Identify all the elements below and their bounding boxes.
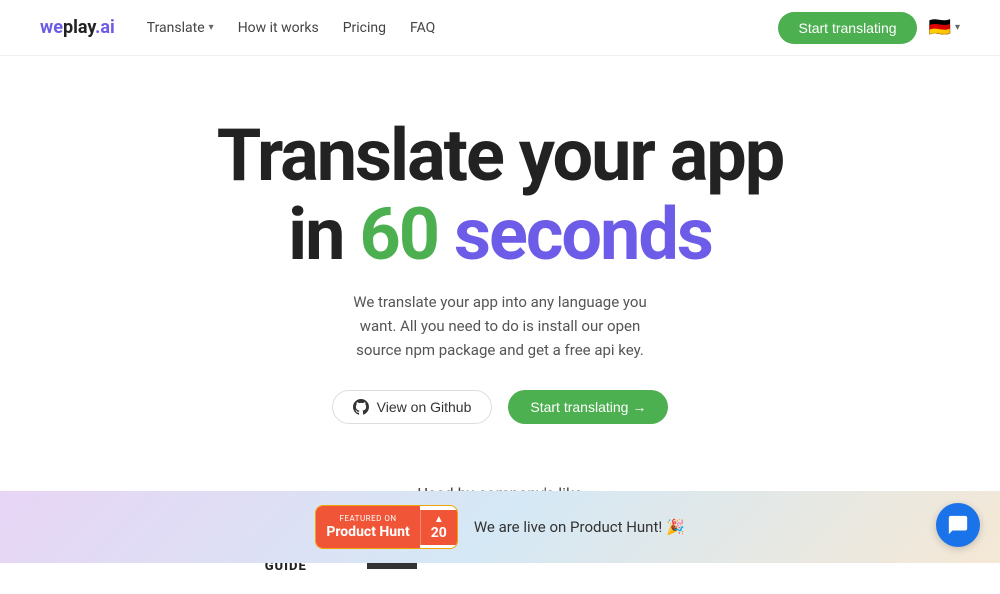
hero-title-line1: Translate your app	[217, 113, 784, 198]
hero-title-seconds: seconds	[454, 192, 712, 277]
hero-title-line2: in 60 seconds	[217, 195, 784, 274]
navbar-left: weplay.ai Translate ▾ How it works Prici…	[40, 17, 435, 38]
navbar-right: Start translating 🇩🇪 ▾	[778, 12, 960, 44]
ph-badge-left: FEATURED ON Product Hunt	[316, 506, 419, 548]
start-translating-hero-button[interactable]: Start translating →	[508, 390, 668, 424]
nav-how-it-works[interactable]: How it works	[238, 20, 319, 36]
github-button-label: View on Github	[377, 399, 472, 415]
chat-icon	[947, 514, 969, 536]
ph-badge-right: ▲ 20	[420, 510, 457, 545]
language-selector[interactable]: 🇩🇪 ▾	[929, 17, 960, 38]
logo-we: we	[40, 17, 63, 38]
logo-play: play	[63, 17, 95, 38]
nav-translate[interactable]: Translate ▾	[147, 20, 214, 36]
chevron-down-icon: ▾	[209, 22, 214, 33]
ph-product-hunt-name: Product Hunt	[326, 524, 409, 540]
ph-count: 20	[431, 525, 447, 541]
ph-arrow-icon: ▲	[434, 514, 444, 525]
github-icon	[353, 399, 369, 415]
bottom-banner: FEATURED ON Product Hunt ▲ 20 We are liv…	[0, 491, 1000, 563]
nav-pricing[interactable]: Pricing	[343, 20, 386, 36]
hero-title-in: in	[288, 192, 359, 277]
navbar: weplay.ai Translate ▾ How it works Prici…	[0, 0, 1000, 56]
flag-icon: 🇩🇪	[929, 17, 951, 38]
logo-ai: .ai	[95, 17, 115, 38]
logo[interactable]: weplay.ai	[40, 17, 115, 38]
github-button[interactable]: View on Github	[332, 390, 493, 424]
start-translating-button[interactable]: Start translating	[778, 12, 916, 44]
hero-subtitle: We translate your app into any language …	[340, 290, 660, 362]
flag-chevron-icon: ▾	[955, 22, 960, 33]
chat-bubble[interactable]	[936, 503, 980, 547]
hero-section: Translate your app in 60 seconds We tran…	[0, 56, 1000, 464]
nav-links: Translate ▾ How it works Pricing FAQ	[147, 20, 436, 36]
ph-featured-label: FEATURED ON	[340, 514, 397, 524]
nav-faq[interactable]: FAQ	[410, 20, 435, 36]
hero-title: Translate your app in 60 seconds	[217, 116, 784, 274]
product-hunt-badge[interactable]: FEATURED ON Product Hunt ▲ 20	[315, 505, 457, 549]
hero-actions: View on Github Start translating →	[332, 390, 669, 424]
live-text: We are live on Product Hunt! 🎉	[474, 518, 685, 536]
hero-title-num: 60	[359, 192, 438, 277]
